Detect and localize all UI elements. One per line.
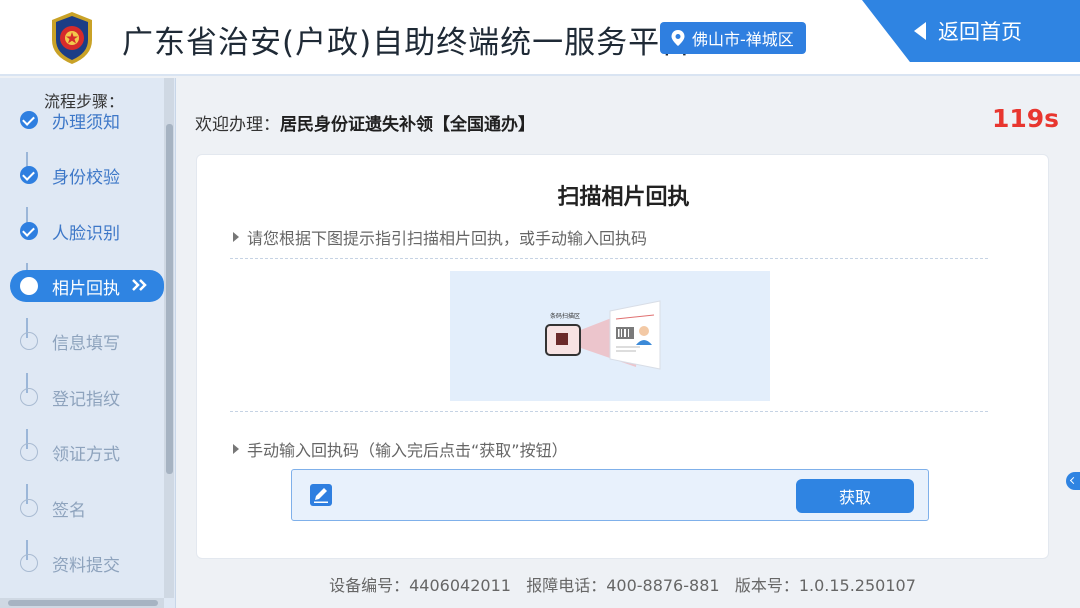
divider [230, 411, 988, 412]
return-home-button[interactable]: 返回首页 [862, 0, 1080, 62]
scan-hint: 请您根据下图提示指引扫描相片回执，或手动输入回执码 [233, 225, 647, 249]
step-item: 相片回执 [10, 270, 164, 302]
edit-pen-icon [310, 484, 332, 506]
step-label: 领证方式 [52, 444, 120, 465]
scan-hint-text: 请您根据下图提示指引扫描相片回执，或手动输入回执码 [247, 229, 648, 248]
device-number: 4406042011 [409, 576, 511, 595]
step-label: 相片回执 [52, 278, 120, 299]
phone-label: 报障电话： [526, 576, 607, 595]
manual-hint: 手动输入回执码（输入完后点击“获取”按钮） [233, 437, 568, 461]
step-label: 人脸识别 [52, 223, 120, 244]
scan-guide-illustration: 条码扫描区 [450, 271, 770, 401]
step-item: 身份校验 [10, 159, 164, 191]
hint-triangle-icon [233, 444, 239, 454]
card-title: 扫描相片回执 [557, 185, 690, 210]
step-item: 办理须知 [10, 104, 164, 136]
welcome-line: 欢迎办理：居民身份证遗失补领【全国通办】 [195, 110, 535, 135]
scanner-receipt-icon [545, 300, 661, 370]
hint-triangle-icon [233, 232, 239, 242]
step-item: 人脸识别 [10, 215, 164, 247]
step-label: 签名 [52, 500, 86, 521]
receipt-code-input[interactable] [348, 478, 778, 512]
platform-title: 广东省治安(户政)自助终端统一服务平台 [122, 25, 693, 61]
receipt-code-input-row: 获取 [291, 469, 929, 521]
version-label: 版本号： [734, 576, 799, 595]
scan-area-caption: 条码扫描区 [550, 313, 581, 320]
double-chevron-right-icon [132, 279, 147, 291]
location-text: 佛山市-禅城区 [692, 30, 794, 49]
get-button[interactable]: 获取 [796, 479, 914, 513]
side-expand-tab[interactable] [1066, 472, 1080, 490]
sidebar-scrollbar-thumb[interactable] [166, 124, 173, 474]
step-label: 办理须知 [52, 112, 120, 133]
support-phone: 400-8876-881 [606, 576, 720, 595]
back-arrow-icon [914, 22, 926, 40]
step-label: 信息填写 [52, 333, 120, 354]
police-emblem-icon [52, 12, 92, 64]
device-info-footer: 设备编号：4406042011 报障电话：400-8876-881 版本号：1.… [196, 572, 1049, 596]
divider [230, 258, 988, 259]
receipt-scan-card: 扫描相片回执 请您根据下图提示指引扫描相片回执，或手动输入回执码 条码扫描区 手… [196, 154, 1049, 559]
step-circle-icon [20, 277, 38, 295]
countdown-timer: 119s [992, 104, 1060, 133]
version-number: 1.0.15.250107 [798, 576, 916, 595]
service-name: 居民身份证遗失补领【全国通办】 [280, 115, 535, 135]
check-circle-icon [20, 166, 38, 184]
location-badge: 佛山市-禅城区 [660, 22, 806, 54]
step-circle-icon [20, 388, 38, 406]
step-circle-icon [20, 554, 38, 572]
manual-hint-text: 手动输入回执码（输入完后点击“获取”按钮） [247, 441, 568, 460]
return-home-label: 返回首页 [938, 20, 1022, 44]
step-label: 身份校验 [52, 167, 120, 188]
step-item: 信息填写 [10, 325, 164, 357]
step-circle-icon [20, 499, 38, 517]
step-item: 领证方式 [10, 436, 164, 468]
step-item: 登记指纹 [10, 381, 164, 413]
step-item: 资料提交 [10, 547, 164, 579]
header-bar: 广东省治安(户政)自助终端统一服务平台 佛山市-禅城区 返回首页 [0, 0, 1080, 76]
location-pin-icon [671, 30, 685, 46]
step-circle-icon [20, 332, 38, 350]
step-item: 签名 [10, 492, 164, 524]
sidebar-hscrollbar-thumb[interactable] [8, 600, 158, 606]
check-circle-icon [20, 111, 38, 129]
step-label: 登记指纹 [52, 389, 120, 410]
welcome-prefix: 欢迎办理： [195, 115, 280, 135]
step-circle-icon [20, 443, 38, 461]
step-label: 资料提交 [52, 555, 120, 576]
check-circle-icon [20, 222, 38, 240]
device-label: 设备编号： [329, 576, 410, 595]
